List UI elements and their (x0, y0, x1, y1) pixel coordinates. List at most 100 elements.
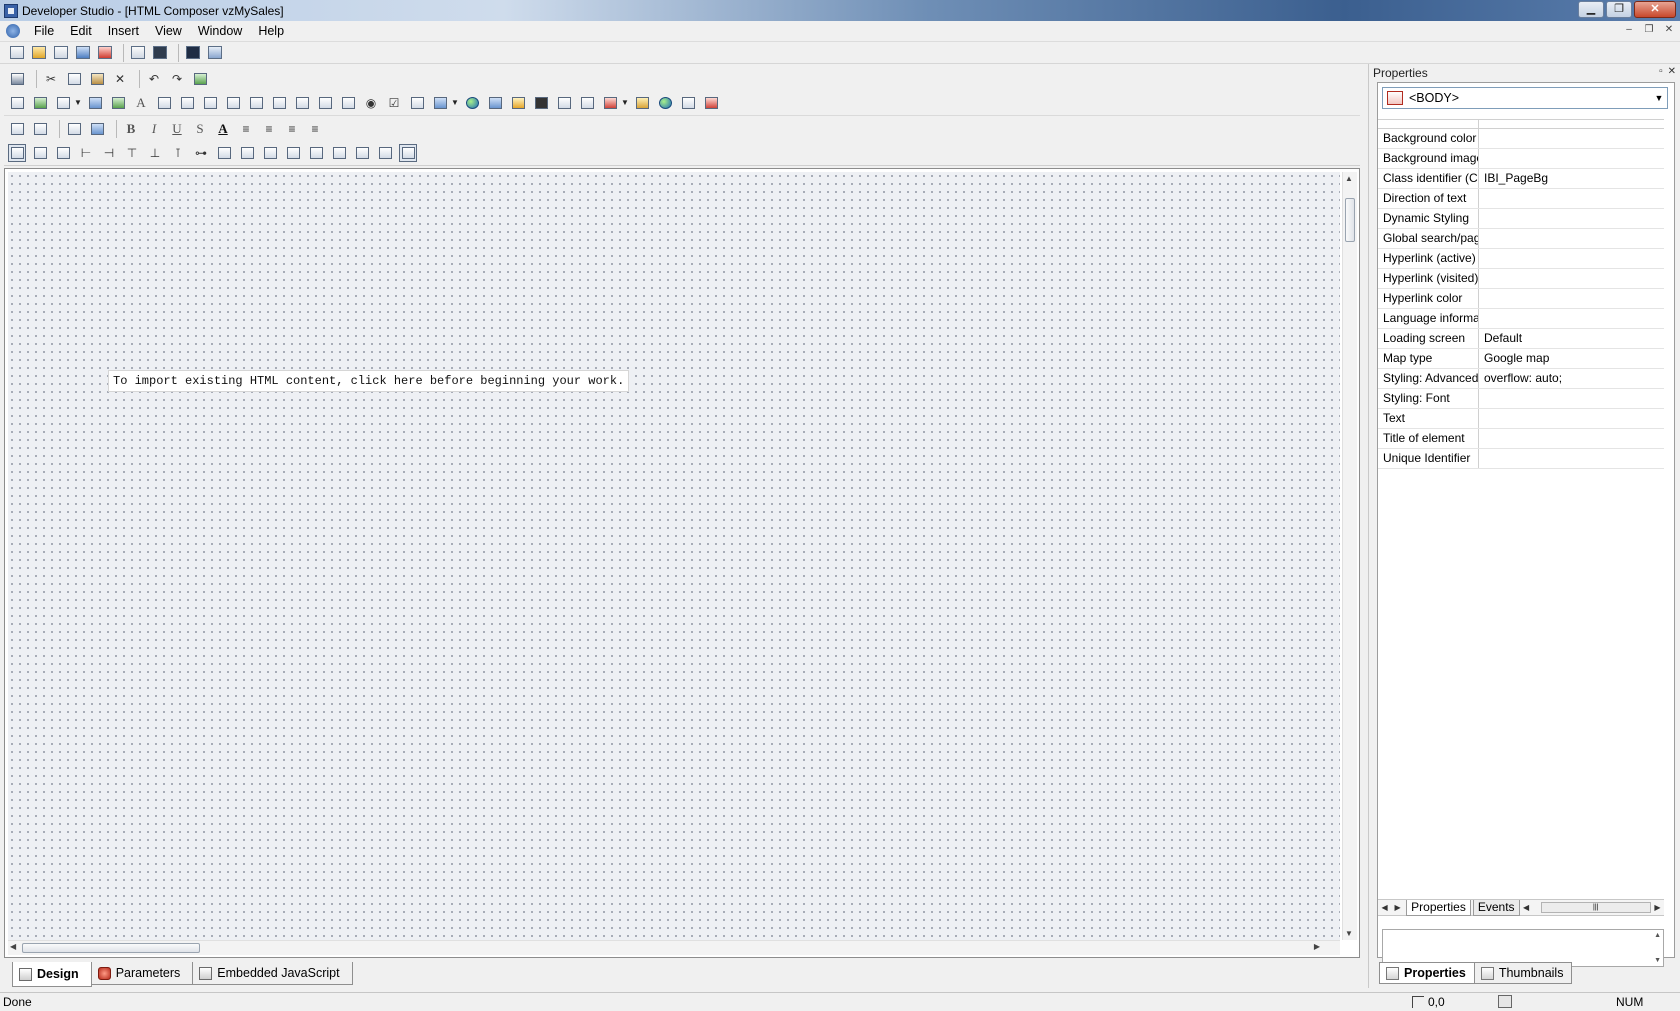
property-value[interactable] (1479, 209, 1664, 228)
edit-icon[interactable] (52, 44, 70, 62)
input-icon[interactable] (224, 94, 242, 112)
property-row[interactable]: Map type Google map (1378, 349, 1664, 369)
scroll-left-icon[interactable]: ◀ (1520, 903, 1533, 912)
app-icon[interactable] (4, 3, 18, 18)
scroll-thumb[interactable] (22, 943, 200, 953)
tab-control-icon[interactable] (578, 94, 596, 112)
property-row[interactable]: Background image (1378, 149, 1664, 169)
console-icon[interactable] (184, 44, 202, 62)
same-size-icon[interactable] (261, 144, 279, 162)
chevron-down-icon[interactable]: ▼ (1651, 93, 1667, 103)
label-icon[interactable] (201, 94, 219, 112)
redo-icon[interactable]: ↷ (168, 70, 186, 88)
space-down-icon[interactable] (307, 144, 325, 162)
property-value[interactable] (1479, 409, 1664, 428)
import-html-link[interactable]: To import existing HTML content, click h… (108, 370, 630, 392)
image-icon[interactable] (109, 94, 127, 112)
scroll-thumb[interactable] (1345, 198, 1355, 242)
calendar-icon[interactable] (408, 94, 426, 112)
server-icon[interactable] (206, 44, 224, 62)
menu-file[interactable]: File (26, 22, 62, 41)
panel-menu-icon[interactable]: ▫ (1659, 66, 1663, 77)
open-folder-icon[interactable] (30, 44, 48, 62)
procedure-viewer-icon[interactable] (129, 44, 147, 62)
document-icon[interactable] (6, 24, 20, 38)
justify-icon[interactable]: ≡ (306, 120, 324, 138)
property-value[interactable]: Google map (1479, 349, 1664, 368)
align-tops-icon[interactable]: ⊤ (123, 144, 141, 162)
text-icon[interactable]: A (132, 94, 150, 112)
textarea-icon[interactable] (339, 94, 357, 112)
scroll-up-icon[interactable]: ▲ (1345, 174, 1353, 183)
listbox-icon[interactable] (247, 94, 265, 112)
align-rights-icon[interactable]: ⊣ (100, 144, 118, 162)
align-lefts-icon[interactable]: ⊢ (77, 144, 95, 162)
undo-icon[interactable]: ↶ (145, 70, 163, 88)
line-icon[interactable] (178, 94, 196, 112)
send-back-icon[interactable] (353, 144, 371, 162)
table-icon[interactable] (486, 94, 504, 112)
font-color-icon[interactable]: A (214, 120, 232, 138)
chevron-down-icon[interactable]: ▼ (621, 94, 629, 112)
chart-icon[interactable] (31, 94, 49, 112)
chevron-down-icon[interactable]: ▼ (74, 94, 82, 112)
scroll-up-icon[interactable]: ▲ (1654, 932, 1661, 939)
tab-scroll-right-icon[interactable]: ▶ (1391, 903, 1404, 912)
tree-icon[interactable] (431, 94, 449, 112)
link-icon[interactable] (8, 120, 26, 138)
scroll-right-icon[interactable]: ▶ (1651, 903, 1664, 912)
grid-icon[interactable] (54, 94, 72, 112)
scroll-left-icon[interactable]: ◀ (10, 942, 16, 951)
tab-events[interactable]: Events (1472, 899, 1520, 916)
property-value[interactable] (1479, 269, 1664, 288)
textbox-icon[interactable] (155, 94, 173, 112)
property-row[interactable]: Hyperlink (active) co (1378, 249, 1664, 269)
group-icon[interactable] (376, 144, 394, 162)
horizontal-scrollbar[interactable]: ◀ ▶ (8, 940, 1340, 955)
close-button[interactable]: ✕ (1634, 1, 1676, 18)
property-row[interactable]: Styling: Advanced (Coverflow: auto; (1378, 369, 1664, 389)
properties-icon[interactable] (54, 144, 72, 162)
menu-view[interactable]: View (147, 22, 190, 41)
folder-icon[interactable] (633, 94, 651, 112)
property-row[interactable]: Hyperlink color (1378, 289, 1664, 309)
same-width-icon[interactable] (215, 144, 233, 162)
property-row[interactable]: Direction of text (1378, 189, 1664, 209)
tab-thumbnails[interactable]: Thumbnails (1473, 962, 1573, 984)
element-selector[interactable]: <BODY> ▼ (1382, 87, 1668, 109)
tab-properties-panel[interactable]: Properties (1379, 962, 1475, 984)
center-vertical-icon[interactable]: ⊺ (169, 144, 187, 162)
bring-front-icon[interactable] (330, 144, 348, 162)
metadata-icon[interactable] (151, 44, 169, 62)
strikethrough-icon[interactable]: S (191, 120, 209, 138)
snap-icon[interactable] (31, 144, 49, 162)
connect-icon[interactable] (65, 120, 83, 138)
panel-close-icon[interactable]: ✕ (1668, 66, 1676, 77)
close-form-icon[interactable] (702, 94, 720, 112)
property-value[interactable]: overflow: auto; (1479, 369, 1664, 388)
menu-window[interactable]: Window (190, 22, 250, 41)
horizontal-scrollbar[interactable]: ||| (1540, 902, 1651, 913)
property-row[interactable]: Loading screen Default (1378, 329, 1664, 349)
frame-icon[interactable] (86, 94, 104, 112)
property-row[interactable]: Language informatio (1378, 309, 1664, 329)
same-height-icon[interactable] (238, 144, 256, 162)
property-row[interactable]: Text (1378, 409, 1664, 429)
tab-design[interactable]: Design (12, 962, 92, 987)
property-value[interactable]: IBI_PageBg (1479, 169, 1664, 188)
italic-icon[interactable]: I (145, 120, 163, 138)
radio-icon[interactable]: ◉ (362, 94, 380, 112)
center-horizontal-icon[interactable]: ⊶ (192, 144, 210, 162)
save-icon[interactable] (8, 70, 26, 88)
globe-icon[interactable] (656, 94, 674, 112)
mdi-restore-button[interactable]: ❐ (1642, 24, 1656, 37)
chevron-down-icon[interactable]: ▼ (451, 94, 459, 112)
tab-properties[interactable]: Properties (1406, 899, 1471, 916)
vertical-scrollbar[interactable]: ▲ ▼ (1342, 172, 1357, 940)
menu-edit[interactable]: Edit (62, 22, 100, 41)
design-canvas[interactable]: To import existing HTML content, click h… (8, 172, 1340, 940)
unlink-icon[interactable] (31, 120, 49, 138)
scroll-down-icon[interactable]: ▼ (1654, 957, 1661, 964)
align-right-icon[interactable]: ≡ (283, 120, 301, 138)
grid-toggle-icon[interactable] (8, 144, 26, 162)
